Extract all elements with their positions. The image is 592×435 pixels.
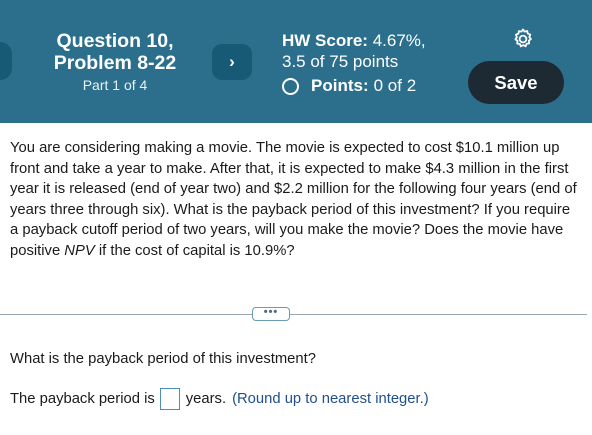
question-number: Question 10, bbox=[56, 30, 174, 52]
question-points: Points: 0 of 2 bbox=[282, 76, 416, 96]
payback-period-input[interactable] bbox=[159, 388, 180, 410]
previous-question-button[interactable] bbox=[0, 42, 12, 80]
settings-button[interactable] bbox=[511, 27, 535, 51]
chevron-right-icon: › bbox=[229, 52, 235, 71]
points-value: 0 of 2 bbox=[373, 76, 417, 95]
next-question-button[interactable]: › bbox=[212, 44, 252, 80]
gear-icon bbox=[514, 28, 532, 48]
answer-prefix: The payback period is bbox=[10, 391, 155, 407]
npv-term: NPV bbox=[64, 242, 95, 259]
question-part: Part 1 of 4 bbox=[82, 77, 148, 93]
answer-suffix: years. bbox=[185, 391, 227, 407]
question-text-part-1: You are considering making a movie. The … bbox=[10, 140, 577, 259]
rounding-hint: (Round up to nearest integer.) bbox=[232, 391, 429, 407]
hw-score-value: 4.67%, bbox=[372, 31, 426, 50]
hw-score-points: 3.5 of 75 points bbox=[282, 52, 399, 71]
question-text-part-2: if the cost of capital is 10.9%? bbox=[94, 242, 295, 259]
section-divider bbox=[0, 314, 587, 315]
question-title: Question 10, Problem 8-22 bbox=[40, 30, 190, 74]
hw-score: HW Score: 4.67%, 3.5 of 75 points bbox=[282, 30, 426, 72]
points-status-icon bbox=[282, 77, 299, 95]
points-label: Points: bbox=[311, 76, 369, 95]
answer-row: The payback period is years. (Round up t… bbox=[10, 388, 429, 410]
question-header: Question 10, Problem 8-22 Part 1 of 4 › … bbox=[0, 0, 592, 123]
hw-score-label: HW Score: bbox=[282, 31, 368, 50]
save-button[interactable]: Save bbox=[468, 61, 564, 104]
question-text: You are considering making a movie. The … bbox=[10, 138, 582, 261]
part-question: What is the payback period of this inves… bbox=[10, 351, 316, 367]
expand-more-button[interactable]: ••• bbox=[252, 307, 290, 321]
problem-number: Problem 8-22 bbox=[53, 52, 177, 74]
